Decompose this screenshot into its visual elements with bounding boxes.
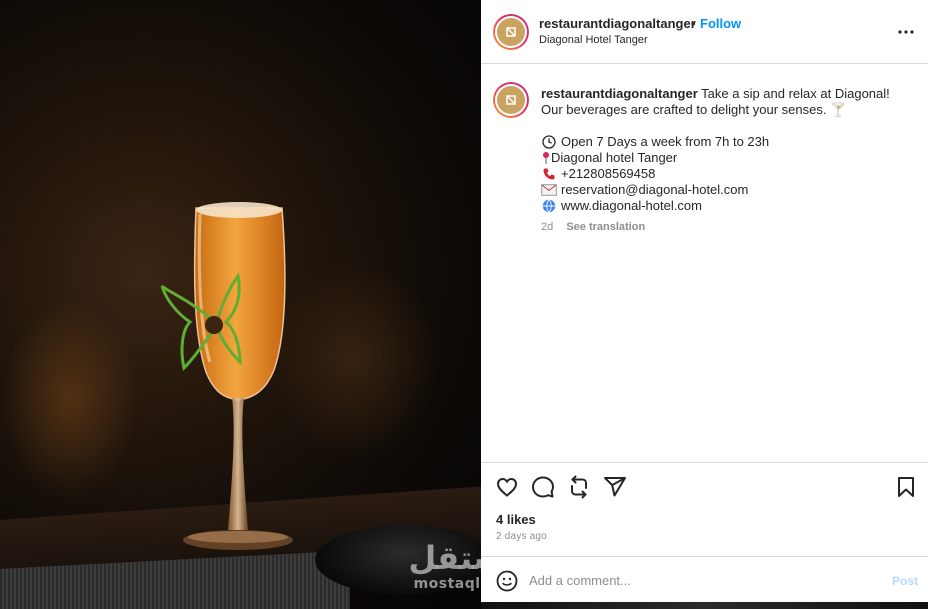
caption-text: restaurantdiagonaltanger Take a sip and … bbox=[541, 86, 913, 214]
caption-meta: 2d See translation bbox=[541, 221, 645, 233]
post-comment-button[interactable]: Post bbox=[892, 574, 918, 588]
globe-icon bbox=[541, 198, 557, 214]
follow-button[interactable]: Follow bbox=[700, 16, 741, 31]
email-text: reservation@diagonal-hotel.com bbox=[561, 182, 749, 197]
phone-text: +212808569458 bbox=[561, 166, 656, 181]
post-panel: restaurantdiagonaltanger • Follow Diagon… bbox=[481, 0, 928, 602]
email-line: reservation@diagonal-hotel.com bbox=[541, 182, 913, 198]
cocktail-emoji: 🍸 bbox=[830, 102, 847, 117]
clock-icon bbox=[541, 134, 557, 150]
username-link[interactable]: restaurantdiagonaltanger bbox=[539, 16, 696, 31]
website-text: www.diagonal-hotel.com bbox=[561, 198, 702, 213]
hours-text: Open 7 Days a week from 7h to 23h bbox=[561, 134, 770, 149]
envelope-icon bbox=[541, 182, 557, 198]
post-date: 2 days ago bbox=[496, 531, 547, 542]
caption-username[interactable]: restaurantdiagonaltanger bbox=[541, 86, 698, 101]
diagonal-logo-icon bbox=[497, 18, 525, 46]
avatar[interactable] bbox=[493, 14, 529, 50]
post-image: مستقل mostaql.com bbox=[0, 0, 481, 609]
share-icon[interactable] bbox=[603, 475, 627, 499]
caption-body: restaurantdiagonaltanger Take a sip and … bbox=[541, 86, 913, 118]
comment-input[interactable] bbox=[529, 567, 869, 593]
separator-dot: • bbox=[691, 16, 696, 31]
comment-bar: Post bbox=[481, 556, 928, 602]
location-line: Diagonal hotel Tanger bbox=[541, 150, 913, 166]
avatar[interactable] bbox=[493, 82, 529, 118]
emoji-icon[interactable] bbox=[496, 570, 518, 592]
post-time: 2d bbox=[541, 221, 554, 233]
more-horizontal-icon[interactable] bbox=[896, 22, 916, 42]
location-link[interactable]: Diagonal Hotel Tanger bbox=[539, 34, 648, 46]
bookmark-icon[interactable] bbox=[894, 475, 918, 499]
diagonal-logo-icon bbox=[497, 86, 525, 114]
pin-icon bbox=[541, 150, 551, 166]
phone-icon bbox=[541, 166, 557, 182]
cocktail-glass bbox=[160, 202, 293, 550]
comment-icon[interactable] bbox=[531, 475, 555, 499]
heart-icon[interactable] bbox=[495, 475, 519, 499]
caption-area: restaurantdiagonaltanger Take a sip and … bbox=[481, 64, 928, 462]
phone-line: +212808569458 bbox=[541, 166, 913, 182]
action-bar bbox=[481, 462, 928, 510]
hours-line: Open 7 Days a week from 7h to 23h bbox=[541, 134, 913, 150]
background-strip bbox=[481, 602, 928, 609]
repost-icon[interactable] bbox=[567, 475, 591, 499]
post-header: restaurantdiagonaltanger • Follow Diagon… bbox=[481, 0, 928, 64]
website-line: www.diagonal-hotel.com bbox=[541, 198, 913, 214]
see-translation-button[interactable]: See translation bbox=[566, 221, 645, 233]
likes-count[interactable]: 4 likes bbox=[496, 512, 536, 527]
location-text: Diagonal hotel Tanger bbox=[551, 150, 678, 165]
